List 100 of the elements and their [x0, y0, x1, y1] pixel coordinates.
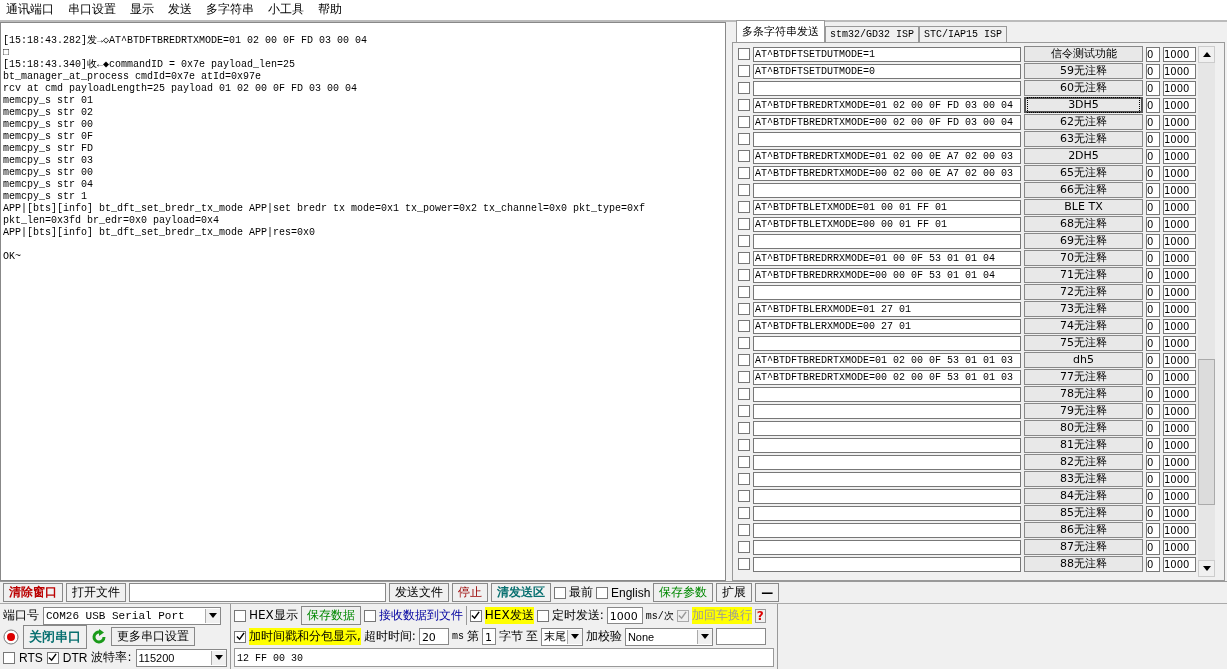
send-button[interactable]: dh5 [1024, 352, 1143, 369]
send-button[interactable]: 82无注释 [1024, 454, 1143, 471]
up-arrow-icon[interactable] [1202, 51, 1211, 57]
checkbox[interactable] [738, 48, 750, 61]
checkbox[interactable] [596, 586, 608, 599]
checkbox[interactable] [738, 354, 750, 367]
menu-item[interactable]: 显示 [130, 1, 154, 19]
delay-field[interactable]: 1000 [1163, 454, 1196, 470]
send-button[interactable]: 86无注释 [1024, 522, 1143, 539]
checkbox[interactable] [738, 303, 750, 316]
order-field[interactable]: 0 [1146, 556, 1160, 572]
delay-field[interactable]: 1000 [1163, 369, 1196, 385]
checkbox[interactable] [738, 439, 750, 452]
command-field[interactable]: AT^BTDFTSETDUTMODE=1 [753, 46, 1021, 62]
delay-field[interactable]: 1000 [1163, 556, 1196, 572]
order-field[interactable]: 0 [1146, 437, 1160, 453]
stop-button[interactable]: 停止 [452, 583, 488, 602]
checkbox[interactable] [554, 586, 566, 599]
clear-window-button[interactable]: 清除窗口 [3, 583, 63, 602]
order-field[interactable]: 0 [1146, 522, 1160, 538]
checkbox[interactable] [234, 609, 246, 622]
send-button[interactable]: 3DH5 [1024, 97, 1143, 114]
send-button[interactable]: 69无注释 [1024, 233, 1143, 250]
command-field[interactable] [753, 386, 1021, 402]
send-file-button[interactable]: 发送文件 [389, 583, 449, 602]
command-field[interactable] [753, 403, 1021, 419]
checkbox[interactable] [738, 99, 750, 112]
delay-field[interactable]: 1000 [1163, 148, 1196, 164]
checkbox[interactable] [738, 405, 750, 418]
checkbox[interactable] [3, 651, 15, 664]
tab[interactable]: stm32/GD32 ISP [825, 25, 919, 42]
command-field[interactable]: AT^BTDFTBREDRTXMODE=00 02 00 0F 53 01 01 03 [753, 369, 1021, 385]
down-arrow-icon[interactable] [1202, 566, 1211, 571]
send-button[interactable]: 72无注释 [1024, 284, 1143, 301]
send-button[interactable]: 87无注释 [1024, 539, 1143, 556]
delay-field[interactable]: 1000 [1163, 284, 1196, 300]
delay-field[interactable]: 1000 [1163, 505, 1196, 521]
command-field[interactable]: AT^BTDFTBLERXMODE=01 27 01 [753, 301, 1021, 317]
delay-field[interactable]: 1000 [1163, 335, 1196, 351]
send-button[interactable]: 74无注释 [1024, 318, 1143, 335]
command-field[interactable]: AT^BTDFTBREDRRXMODE=01 00 0F 53 01 01 04 [753, 250, 1021, 266]
expand-button[interactable]: 扩展 [716, 583, 753, 602]
checkbox[interactable] [738, 269, 750, 282]
order-field[interactable]: 0 [1146, 488, 1160, 504]
checkbox[interactable] [738, 558, 750, 571]
order-field[interactable]: 0 [1146, 335, 1160, 351]
delay-field[interactable]: 1000 [1163, 80, 1196, 96]
send-button[interactable]: 62无注释 [1024, 114, 1143, 131]
order-field[interactable]: 0 [1146, 114, 1160, 130]
command-field[interactable] [753, 182, 1021, 198]
send-button[interactable]: 80无注释 [1024, 420, 1143, 437]
save-params-button[interactable]: 保存参数 [653, 583, 714, 602]
command-field[interactable] [753, 539, 1021, 555]
menu-item[interactable]: 发送 [168, 1, 192, 19]
send-button[interactable]: 60无注释 [1024, 80, 1143, 97]
help-icon[interactable]: ? [754, 608, 766, 623]
order-field[interactable]: 0 [1146, 471, 1160, 487]
send-button[interactable]: 88无注释 [1024, 556, 1143, 573]
delay-field[interactable]: 1000 [1163, 301, 1196, 317]
clear-send-button[interactable]: 清发送区 [491, 583, 551, 602]
checkbox[interactable] [738, 320, 750, 333]
command-field[interactable]: AT^BTDFTBLETXMODE=01 00 01 FF 01 [753, 199, 1021, 215]
tab[interactable]: 多条字符串发送 [736, 19, 825, 42]
checkbox[interactable] [738, 456, 750, 469]
delay-field[interactable]: 1000 [1163, 318, 1196, 334]
command-field[interactable]: AT^BTDFTBREDRTXMODE=01 02 00 0F FD 03 00 04 [753, 97, 1021, 113]
menu-item[interactable]: 串口设置 [68, 1, 116, 19]
send-button[interactable]: 71无注释 [1024, 267, 1143, 284]
order-field[interactable]: 0 [1146, 267, 1160, 283]
tab[interactable]: STC/IAP15 ISP [919, 25, 1008, 42]
send-button[interactable]: 73无注释 [1024, 301, 1143, 318]
order-field[interactable]: 0 [1146, 46, 1160, 62]
delay-field[interactable]: 1000 [1163, 97, 1196, 113]
baud-select[interactable]: 115200 [135, 648, 227, 667]
checkbox[interactable] [738, 116, 750, 129]
delay-field[interactable]: 1000 [1163, 199, 1196, 215]
checkbox[interactable] [738, 65, 750, 78]
command-field[interactable]: AT^BTDFTBLERXMODE=00 27 01 [753, 318, 1021, 334]
order-field[interactable]: 0 [1146, 250, 1160, 266]
send-button[interactable]: 78无注释 [1024, 386, 1143, 403]
delay-field[interactable]: 1000 [1163, 488, 1196, 504]
delay-field[interactable]: 1000 [1163, 165, 1196, 181]
checkbox[interactable] [738, 201, 750, 214]
command-field[interactable] [753, 522, 1021, 538]
port-select[interactable]: COM26 USB Serial Port [43, 606, 221, 625]
order-field[interactable]: 0 [1146, 420, 1160, 436]
send-button[interactable]: 信令测试功能 [1024, 46, 1143, 63]
command-field[interactable] [753, 284, 1021, 300]
command-field[interactable]: AT^BTDFTBREDRTXMODE=01 02 00 0E A7 02 00 03 [753, 148, 1021, 164]
checkbox[interactable] [738, 388, 750, 401]
order-field[interactable]: 0 [1146, 301, 1160, 317]
more-settings-button[interactable]: 更多串口设置 [111, 627, 195, 646]
checkbox[interactable] [738, 473, 750, 486]
order-field[interactable]: 0 [1146, 505, 1160, 521]
send-button[interactable]: 79无注释 [1024, 403, 1143, 420]
order-field[interactable]: 0 [1146, 284, 1160, 300]
delay-field[interactable]: 1000 [1163, 471, 1196, 487]
send-button[interactable]: 77无注释 [1024, 369, 1143, 386]
send-button[interactable]: BLE TX [1024, 199, 1143, 216]
checkbox[interactable] [738, 524, 750, 537]
